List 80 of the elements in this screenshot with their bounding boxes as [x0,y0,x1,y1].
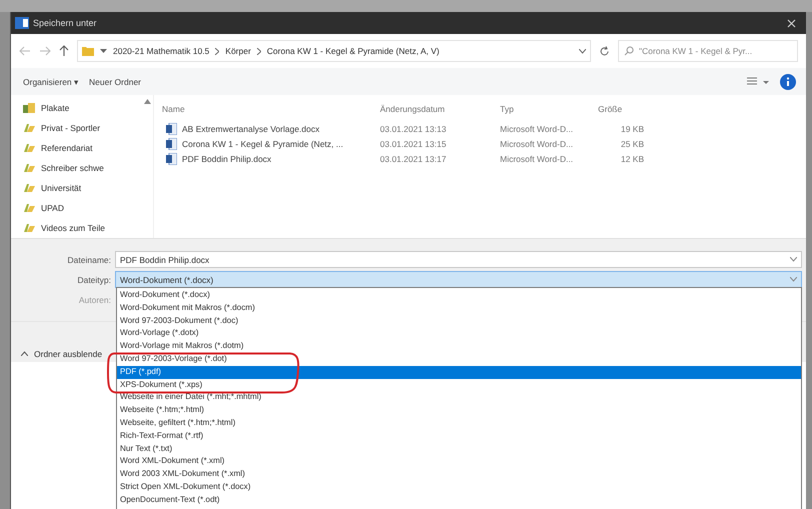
table-cell-text: 12 KB [620,154,644,164]
breadcrumb[interactable]: Körper [225,46,251,56]
word-icon [15,17,29,29]
field-label: Autoren: [78,294,112,304]
folder-icon [23,203,35,213]
folder-icon [82,46,94,56]
table-cell-text: 25 KB [620,138,644,148]
document-icon [166,122,177,134]
toolbar-button[interactable]: Organisieren ▾ [23,76,80,86]
table-cell-text: Microsoft Word-D... [500,154,574,164]
file-name[interactable]: Corona KW 1 - Kegel & Pyramide (Netz, ... [182,138,344,148]
folder-icon [23,183,35,193]
hide-folders-button[interactable]: Ordner ausblende [21,348,102,358]
sidebar-item[interactable]: Privat - Sportler [23,119,141,137]
field-label: Dateiname: [66,254,112,264]
folder-icon [23,123,35,133]
file-name[interactable]: PDF Boddin Philip.docx [182,154,272,164]
file-type-dropdown[interactable]: Word-Dokument (*.docx) [115,271,802,288]
table-cell-text: Microsoft Word-D... [500,138,574,148]
help-icon[interactable] [780,74,796,90]
column-header[interactable]: Größe [592,104,650,114]
search-field[interactable]: "Corona KW 1 - Kegel & Pyr... [618,40,798,62]
column-header[interactable]: Typ [500,104,592,114]
table-cell-text: 03.01.2021 13:15 [380,138,448,148]
column-header[interactable]: Änderungsdatum [380,104,500,114]
document-icon [166,152,177,164]
dropdown-option[interactable]: Rich-Text-Format (*.rtf) [117,430,801,443]
sidebar-item[interactable]: Videos zum Teile [23,219,141,237]
scroll-up-arrow-icon[interactable] [144,99,150,104]
document-icon [166,138,177,150]
dropdown-option[interactable]: XPS-Dokument (*.xps) [117,378,801,392]
dropdown-option[interactable]: Strict Open XML-Dokument (*.docx) [117,480,801,494]
table-cell-text: 03.01.2021 13:17 [380,154,448,164]
collapse-caret-icon [21,351,28,356]
dropdown-option[interactable]: Word 2003 XML-Dokument (*.xml) [117,468,801,481]
refresh-icon[interactable] [599,46,610,56]
dropdown-caret-icon [790,257,797,262]
field-label: Dateityp: [76,274,112,284]
breadcrumb[interactable]: 2020-21 Mathematik 10.5 [113,46,210,56]
sidebar-item[interactable]: UPAD [23,199,141,217]
dropdown-option[interactable]: Word-Vorlage (*.dotx) [117,327,801,340]
table-cell-text: 03.01.2021 13:13 [380,124,448,134]
up-arrow-icon[interactable] [59,45,69,57]
dropdown-caret-icon [790,277,797,282]
folder-icon [23,223,35,233]
sidebar-item[interactable]: Universität [23,179,141,197]
dropdown-option[interactable]: Webseite (*.htm;*.html) [117,404,801,417]
dropdown-option[interactable]: Word XML-Dokument (*.xml) [117,455,801,468]
sidebar-item[interactable]: Plakate [23,99,141,117]
folder-icon [23,163,35,173]
dropdown-option[interactable]: Word 97-2003-Dokument (*.doc) [117,314,801,328]
toolbar-button[interactable]: Neuer Ordner [89,76,141,86]
chevron-right-icon[interactable] [256,48,261,54]
window-title: Speichern unter [33,18,97,28]
dropdown-option[interactable]: Webseite, gefiltert (*.htm;*.html) [117,416,801,430]
dropdown-caret-icon[interactable] [579,48,586,54]
table-cell-text: Microsoft Word-D... [500,124,574,134]
folder-icon [23,103,35,113]
close-icon[interactable] [787,18,796,28]
dropdown-caret-icon[interactable] [100,48,107,54]
breadcrumb[interactable]: Corona KW 1 - Kegel & Pyramide (Netz, A, V) [266,46,440,56]
dropdown-option[interactable]: Word-Dokument mit Makros (*.docm) [117,302,801,315]
dropdown-option[interactable]: Word-Dokument (*.docx) [117,289,801,302]
column-header[interactable]: Name [160,104,380,114]
folder-icon [23,143,35,153]
dropdown-option[interactable]: PDF (*.pdf) [117,366,801,379]
dropdown-option[interactable]: Webseite in einer Datei (*.mht;*.mhtml) [117,391,801,404]
view-options-icon[interactable] [746,76,770,86]
file-name-field[interactable]: PDF Boddin Philip.docx [115,251,802,268]
dropdown-option[interactable]: Word-Vorlage mit Makros (*.dotm) [117,340,801,353]
chevron-right-icon[interactable] [215,48,220,54]
dropdown-option[interactable]: OpenDocument-Text (*.odt) [117,494,801,507]
dropdown-option[interactable]: Word 97-2003-Vorlage (*.dot) [117,352,801,366]
file-name[interactable]: AB Extremwertanalyse Vorlage.docx [182,124,320,134]
dropdown-option[interactable]: Nur Text (*.txt) [117,442,801,456]
sidebar-item[interactable]: Referendariat [23,139,141,157]
table-cell-text: 19 KB [620,124,644,134]
sidebar-item[interactable]: Schreiber schwe [23,159,141,177]
search-icon [624,46,634,56]
address-bar[interactable]: 2020-21 Mathematik 10.5 Körper Corona KW 1 - Kegel & Pyramide (Netz, A, V) [77,40,591,62]
